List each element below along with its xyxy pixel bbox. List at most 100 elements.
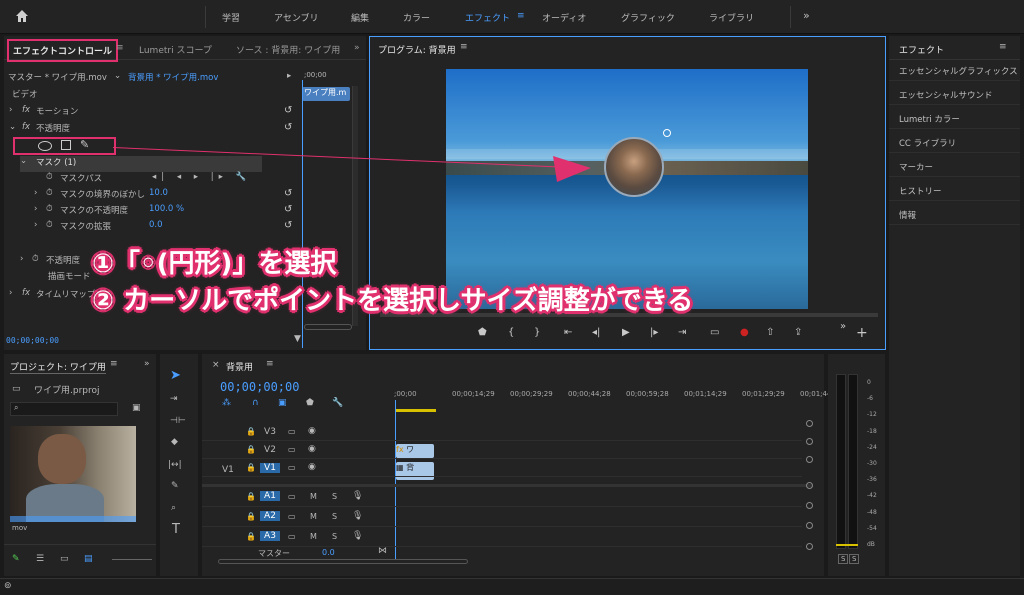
tab-effects[interactable]: エフェクト <box>465 11 510 24</box>
close-icon[interactable]: × <box>212 360 220 370</box>
track-label[interactable]: V3 <box>260 427 280 437</box>
mic-icon[interactable]: 🎙 <box>352 491 363 501</box>
master-clip-label[interactable]: マスター * ワイプ用.mov <box>8 71 107 83</box>
track-scroll-knob[interactable] <box>806 543 813 550</box>
audio-track-row[interactable]: 🔒 A2 ▭ M S 🎙 <box>202 508 802 527</box>
list-view-icon[interactable]: ☰ <box>36 554 44 564</box>
eye-icon[interactable]: ◉ <box>308 426 316 436</box>
video-track-row[interactable]: 🔒 V3 ▭ ◉ <box>202 424 802 441</box>
tab-audio[interactable]: オーディオ <box>542 11 586 24</box>
extract-icon[interactable]: ⇪ <box>794 327 802 338</box>
mask-handle[interactable] <box>663 129 671 137</box>
solo-right-button[interactable]: S <box>849 554 860 564</box>
solo-button[interactable]: S <box>332 532 337 541</box>
chevron-down-icon[interactable]: ⌄ <box>114 71 121 81</box>
reset-icon[interactable]: ↺ <box>284 220 292 231</box>
track-scroll-knob[interactable] <box>806 456 813 463</box>
solo-button[interactable]: S <box>332 512 337 521</box>
play-icon[interactable]: ▸ <box>287 71 291 81</box>
mask-label[interactable]: マスク (1) <box>36 156 76 168</box>
panel-menu-icon[interactable]: ≡ <box>460 42 468 52</box>
record-icon[interactable]: ● <box>740 327 749 338</box>
effects-item[interactable]: CC ライブラリ <box>899 137 956 149</box>
add-button-icon[interactable]: + <box>856 325 868 341</box>
stopwatch-icon[interactable]: ⏱ <box>46 172 53 182</box>
lift-icon[interactable]: ⇧ <box>766 327 774 338</box>
expand-icon[interactable]: › <box>34 188 37 198</box>
stopwatch-icon[interactable]: ⏱ <box>46 188 53 198</box>
freeform-view-icon[interactable]: ▤ <box>84 554 93 564</box>
sync-lock-icon[interactable]: ▭ <box>288 463 296 472</box>
safe-margins-icon[interactable]: ▭ <box>710 327 719 338</box>
tab-lumetri-scopes[interactable]: Lumetri スコープ <box>139 43 212 56</box>
more-icon[interactable]: » <box>840 321 846 332</box>
mute-button[interactable]: M <box>310 512 317 521</box>
track-label[interactable]: A2 <box>260 511 280 521</box>
ripple-edit-icon[interactable]: ⊣⊢ <box>170 416 186 426</box>
lock-icon[interactable]: 🔒 <box>246 427 256 436</box>
in-point-icon[interactable]: { <box>508 327 514 338</box>
sync-lock-icon[interactable]: ▭ <box>288 532 296 541</box>
stopwatch-icon[interactable]: ⏱ <box>46 220 53 230</box>
panel-menu-icon[interactable]: ≡ <box>116 43 124 53</box>
mic-icon[interactable]: 🎙 <box>352 511 363 521</box>
ellipse-mask-icon[interactable] <box>38 141 52 151</box>
clip-thumbnail[interactable] <box>10 426 136 522</box>
play-button[interactable]: ▶ <box>622 327 630 338</box>
nest-icon[interactable]: ⁂ <box>222 398 231 408</box>
out-point-icon[interactable]: } <box>534 327 540 338</box>
sync-lock-icon[interactable]: ▭ <box>288 445 296 454</box>
reset-icon[interactable]: ↺ <box>284 188 292 199</box>
mic-icon[interactable]: 🎙 <box>352 531 363 541</box>
effects-item[interactable]: Lumetri カラー <box>899 113 960 125</box>
ec-timecode[interactable]: 00;00;00;00 <box>6 336 59 345</box>
pencil-icon[interactable]: ✎ <box>12 554 20 564</box>
master-value[interactable]: 0.0 <box>322 548 335 557</box>
track-label[interactable]: A3 <box>260 531 280 541</box>
track-scroll-knob[interactable] <box>806 522 813 529</box>
more-icon[interactable]: » <box>803 9 810 22</box>
tab-graphics[interactable]: グラフィック <box>621 11 675 24</box>
ec-zoom-scroll[interactable] <box>304 324 352 330</box>
lock-icon[interactable]: 🔒 <box>246 532 256 541</box>
type-tool-icon[interactable]: T <box>172 522 180 537</box>
effects-item[interactable]: エッセンシャルサウンド <box>899 89 993 101</box>
expand-icon[interactable]: › <box>9 288 12 298</box>
zoom-icon[interactable]: ⌕ <box>171 503 176 513</box>
tab-color[interactable]: カラー <box>403 11 430 24</box>
track-label[interactable]: A1 <box>260 491 280 501</box>
tab-effect-controls[interactable]: エフェクトコントロール <box>7 39 119 62</box>
mask-path-controls[interactable]: ◂| ◂ ▸ |▸ 🔧 <box>152 172 251 182</box>
timeline-hscroll[interactable] <box>218 559 468 564</box>
time-remap-label[interactable]: タイムリマップ <box>36 288 95 300</box>
motion-label[interactable]: モーション <box>36 105 78 117</box>
track-scroll-knob[interactable] <box>806 482 813 489</box>
track-scroll-knob[interactable] <box>806 502 813 509</box>
lock-icon[interactable]: 🔒 <box>246 512 256 521</box>
panel-menu-icon[interactable]: ≡ <box>266 359 274 369</box>
tab-learn[interactable]: 学習 <box>222 11 240 24</box>
tab-assembly[interactable]: アセンブリ <box>274 11 319 24</box>
reset-icon[interactable]: ↺ <box>284 122 292 133</box>
wrench-icon[interactable]: 🔧 <box>332 398 343 408</box>
sync-lock-icon[interactable]: ▭ <box>288 512 296 521</box>
slip-icon[interactable]: |↔| <box>168 460 182 470</box>
solo-button[interactable]: S <box>332 492 337 501</box>
marker-icon[interactable]: ⬟ <box>478 327 487 338</box>
linked-icon[interactable]: ▣ <box>278 398 287 408</box>
snap-icon[interactable]: ∩ <box>252 398 259 408</box>
pen-icon[interactable]: ✎ <box>171 481 179 491</box>
expand-icon[interactable]: › <box>20 254 23 264</box>
effects-item[interactable]: マーカー <box>899 161 933 173</box>
panel-menu-icon[interactable]: ≡ <box>999 42 1007 52</box>
source-patch-v1[interactable]: V1 <box>222 465 234 475</box>
time-ruler[interactable]: ;00;00 00;00;14;29 00;00;29;29 00;00;44;28 0… <box>394 390 843 412</box>
lock-icon[interactable]: 🔒 <box>246 463 256 472</box>
zoom-slider[interactable] <box>112 559 152 560</box>
tab-edit[interactable]: 編集 <box>351 11 369 24</box>
mask-feather-value[interactable]: 10.0 <box>149 188 168 198</box>
mute-button[interactable]: M <box>310 492 317 501</box>
track-label[interactable]: V2 <box>260 445 280 455</box>
home-icon[interactable] <box>14 8 30 24</box>
reset-icon[interactable]: ↺ <box>284 105 292 116</box>
